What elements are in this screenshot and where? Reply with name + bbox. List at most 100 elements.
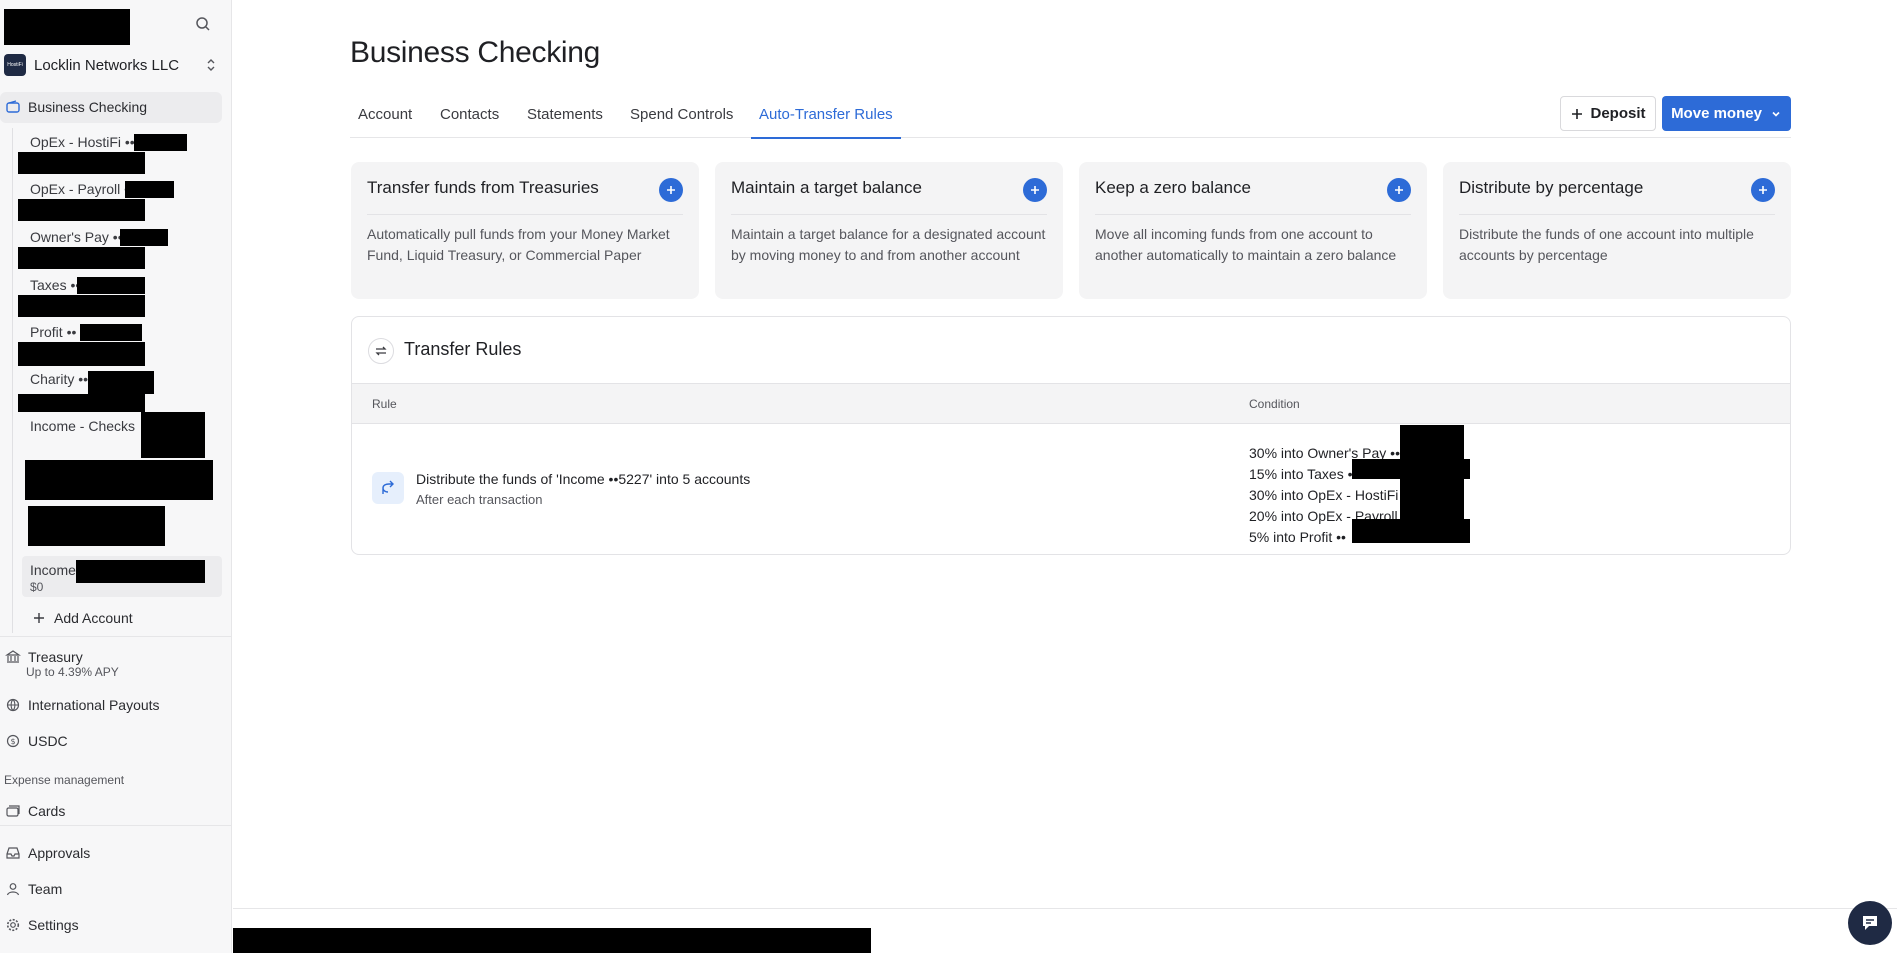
gear-icon	[4, 916, 22, 934]
sidebar-item-label: USDC	[28, 733, 68, 749]
card-title: Keep a zero balance	[1095, 178, 1251, 197]
card-distribute-by-percentage[interactable]: Distribute by percentage Distribute the …	[1443, 162, 1791, 299]
chevron-updown-icon	[204, 56, 218, 74]
sidebar-item-approvals[interactable]: Approvals	[0, 844, 222, 862]
chat-icon	[1863, 916, 1877, 930]
svg-text:$: $	[10, 737, 15, 746]
sidebar-item-treasury[interactable]: Treasury	[0, 648, 222, 666]
sidebar-item-cards[interactable]: Cards	[0, 802, 222, 820]
redacted-block	[77, 277, 145, 294]
globe-icon	[4, 696, 22, 714]
sidebar-item-label: Team	[28, 881, 63, 897]
add-rule-button[interactable]	[1023, 178, 1047, 202]
rule-description: Distribute the funds of 'Income ••5227' …	[416, 471, 751, 487]
card-description: Automatically pull funds from your Money…	[367, 226, 670, 263]
add-rule-button[interactable]	[1387, 178, 1411, 202]
split-arrow-icon	[372, 472, 404, 504]
card-keep-zero-balance[interactable]: Keep a zero balance Move all incoming fu…	[1079, 162, 1427, 299]
card-maintain-target-balance[interactable]: Maintain a target balance Maintain a tar…	[715, 162, 1063, 299]
wallet-icon	[4, 98, 22, 116]
column-header-rule: Rule	[372, 397, 397, 411]
plus-icon	[30, 609, 48, 627]
sub-account-income-checks[interactable]: Income - Checks	[30, 418, 135, 434]
sidebar: HostiFi Locklin Networks LLC Business Ch…	[0, 0, 232, 953]
search-icon[interactable]	[193, 14, 213, 34]
cards-icon	[4, 802, 22, 820]
deposit-button[interactable]: Deposit	[1560, 96, 1656, 131]
sub-account-opex-hostifi[interactable]: OpEx - HostiFi ••	[30, 134, 135, 150]
sub-account-owners-pay[interactable]: Owner's Pay ••	[30, 229, 123, 245]
redacted-block	[18, 247, 145, 269]
inbox-icon	[4, 844, 22, 862]
sidebar-item-label: Treasury	[28, 649, 83, 665]
add-account-label: Add Account	[54, 610, 133, 626]
bank-icon	[4, 648, 22, 666]
org-switcher[interactable]: HostiFi Locklin Networks LLC	[4, 52, 226, 78]
redacted-block	[80, 324, 142, 341]
card-description: Move all incoming funds from one account…	[1095, 226, 1397, 263]
card-transfer-from-treasuries[interactable]: Transfer funds from Treasuries Automatic…	[351, 162, 699, 299]
card-description: Maintain a target balance for a designat…	[731, 226, 1046, 263]
sidebar-item-label: Cards	[28, 803, 66, 819]
redacted-block	[141, 412, 205, 458]
redacted-block	[18, 152, 145, 174]
org-name: Locklin Networks LLC	[34, 56, 180, 74]
card-description: Distribute the funds of one account into…	[1459, 226, 1754, 263]
redacted-block	[134, 134, 187, 151]
redacted-block	[18, 295, 145, 317]
redacted-block	[233, 928, 871, 953]
redacted-block	[18, 394, 145, 412]
plus-icon	[1395, 186, 1403, 194]
divider	[731, 214, 1047, 215]
redacted-block	[28, 506, 165, 546]
sub-account-profit[interactable]: Profit ••	[30, 324, 76, 340]
add-rule-button[interactable]	[1751, 178, 1775, 202]
sidebar-item-business-checking[interactable]: Business Checking	[0, 98, 222, 116]
sub-account-opex-payroll[interactable]: OpEx - Payroll ••	[30, 181, 134, 197]
redacted-block	[18, 199, 145, 221]
user-icon	[4, 880, 22, 898]
sub-account-taxes[interactable]: Taxes ••	[30, 277, 80, 293]
plus-icon	[1031, 186, 1039, 194]
card-title: Maintain a target balance	[731, 178, 922, 197]
sidebar-item-usdc[interactable]: $ USDC	[0, 732, 222, 750]
chat-support-button[interactable]	[1848, 901, 1892, 945]
tab-account[interactable]: Account	[350, 106, 420, 138]
redacted-block	[125, 181, 174, 198]
tab-contacts[interactable]: Contacts	[432, 106, 507, 138]
add-rule-button[interactable]	[659, 178, 683, 202]
sidebar-item-settings[interactable]: Settings	[0, 916, 222, 934]
redacted-block	[120, 229, 168, 246]
card-title: Distribute by percentage	[1459, 178, 1644, 197]
move-money-button[interactable]: Move money	[1662, 96, 1791, 131]
divider	[0, 636, 232, 637]
table-header: Rule Condition	[352, 384, 1790, 424]
redacted-logo	[4, 9, 130, 45]
sub-account-charity[interactable]: Charity ••	[30, 371, 88, 387]
sidebar-item-international-payouts[interactable]: International Payouts	[0, 696, 222, 714]
tab-statements[interactable]: Statements	[519, 106, 611, 138]
divider	[0, 825, 232, 826]
redacted-block	[76, 560, 205, 583]
sub-account-line	[12, 128, 13, 633]
condition-line: 30% into OpEx - HostiFi ••	[1249, 487, 1413, 503]
divider	[233, 908, 1897, 909]
add-account-button[interactable]: Add Account	[26, 609, 206, 627]
plus-icon	[1572, 108, 1583, 119]
plus-icon	[1759, 186, 1767, 194]
tab-spend-controls[interactable]: Spend Controls	[622, 106, 741, 138]
redacted-block	[25, 460, 213, 500]
org-logo: HostiFi	[4, 54, 26, 76]
deposit-label: Deposit	[1590, 105, 1646, 122]
sidebar-item-label: Business Checking	[28, 99, 148, 115]
move-money-label: Move money	[1671, 105, 1762, 122]
treasury-apy: Up to 4.39% APY	[26, 665, 119, 679]
sub-account-label: Charity ••	[30, 371, 89, 387]
transfer-rules-panel: Transfer Rules Rule Condition Distribute…	[351, 316, 1791, 555]
sidebar-item-team[interactable]: Team	[0, 880, 222, 898]
redacted-block	[1352, 459, 1470, 479]
condition-line: 5% into Profit ••	[1249, 529, 1346, 545]
divider	[1459, 214, 1775, 215]
tab-auto-transfer-rules[interactable]: Auto-Transfer Rules	[751, 106, 901, 139]
column-header-condition: Condition	[1249, 397, 1300, 411]
